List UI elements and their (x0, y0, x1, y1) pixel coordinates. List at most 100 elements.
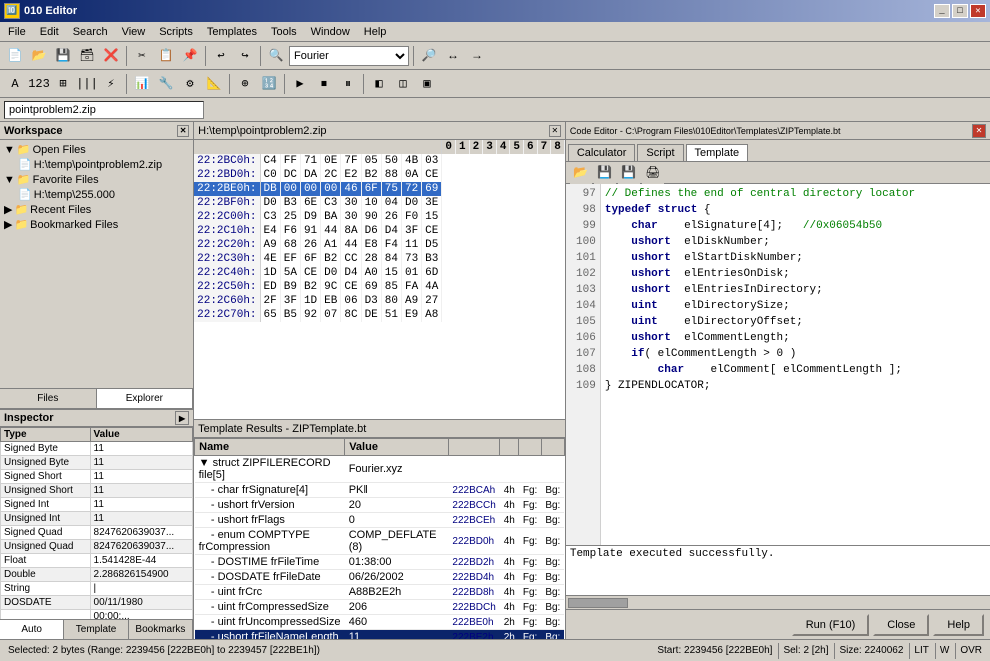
hex-row[interactable]: 22:2C60h:2F3F1DEB06D380A927 (194, 294, 442, 308)
hex-byte-3[interactable]: BA (321, 210, 341, 224)
hex-row[interactable]: 22:2C00h:C325D9BA309026F015 (194, 210, 442, 224)
hex-byte-7[interactable]: F0 (402, 210, 422, 224)
find-button[interactable]: 🔎 (418, 45, 440, 67)
code-open-icon[interactable]: 📂 (570, 162, 592, 184)
hex-byte-8[interactable]: 6D (422, 266, 442, 280)
hex-byte-5[interactable]: 69 (362, 280, 382, 294)
inspector-row[interactable]: Signed Short11 (1, 470, 193, 484)
bookmarked-files-folder[interactable]: ▶ 📁 Bookmarked Files (2, 217, 191, 232)
inspector-row[interactable]: DOSDATE00/11/1980 (1, 596, 193, 610)
hex-byte-6[interactable]: 26 (382, 210, 402, 224)
hex-byte-0[interactable]: ED (261, 280, 281, 294)
hex-byte-6[interactable]: 84 (382, 252, 402, 266)
inspector-row[interactable]: 00:00:... (1, 610, 193, 620)
hex-byte-8[interactable]: D5 (422, 238, 442, 252)
run-button[interactable]: Run (F10) (792, 614, 870, 636)
results-table-wrapper[interactable]: Name Value ▼ struct ZIPFILERECORD file[5… (194, 438, 565, 639)
hex-byte-3[interactable]: 2C (321, 168, 341, 182)
workspace-close-button[interactable]: ✕ (177, 125, 189, 137)
close-file-button[interactable]: ❌ (100, 45, 122, 67)
menu-view[interactable]: View (116, 24, 152, 40)
hex-byte-7[interactable]: 3F (402, 224, 422, 238)
hex-byte-0[interactable]: E4 (261, 224, 281, 238)
results-row[interactable]: - uint frCompressedSize 206 222BDCh 4h F… (195, 600, 565, 615)
menu-help[interactable]: Help (358, 24, 393, 40)
hex-byte-6[interactable]: 75 (382, 182, 402, 196)
hex-byte-5[interactable]: 10 (362, 196, 382, 210)
favorite-files-folder[interactable]: ▼ 📁 Favorite Files (2, 172, 191, 187)
inspector-row[interactable]: Double2.286826154900 (1, 568, 193, 582)
hex-byte-7[interactable]: 73 (402, 252, 422, 266)
code-saveas-icon[interactable]: 💾 (618, 162, 640, 184)
maximize-button[interactable]: □ (952, 4, 968, 18)
hex-byte-6[interactable]: D4 (382, 224, 402, 238)
help-button[interactable]: Help (933, 614, 984, 636)
hex-byte-4[interactable]: D4 (341, 266, 361, 280)
hex-byte-5[interactable]: D6 (362, 224, 382, 238)
save-all-button[interactable]: 🗃 (76, 45, 98, 67)
hex-byte-1[interactable]: EF (281, 252, 301, 266)
hex-byte-8[interactable]: CE (422, 168, 442, 182)
results-row[interactable]: - ushort frFileNameLength 11 222BE2h 2h … (195, 630, 565, 640)
hex-row[interactable]: 22:2C40h:1D5ACED0D4A015016D (194, 266, 442, 280)
tool7[interactable]: 🔧 (155, 73, 177, 95)
code-lines[interactable]: // Defines the end of central directory … (601, 184, 990, 545)
hex-byte-3[interactable]: EB (321, 294, 341, 308)
hex-byte-8[interactable]: 3E (422, 196, 442, 210)
menu-search[interactable]: Search (67, 24, 114, 40)
inspector-tab-auto[interactable]: Auto (0, 620, 64, 639)
hex-button[interactable]: A (4, 73, 26, 95)
hex-row[interactable]: 22:2C30h:4EEF6FB2CC288473B3 (194, 252, 442, 266)
code-editor-close-button[interactable]: ✕ (972, 124, 986, 138)
hex-byte-3[interactable]: D0 (321, 266, 341, 280)
hex-byte-4[interactable]: CC (341, 252, 361, 266)
hex-byte-8[interactable]: B3 (422, 252, 442, 266)
hex-byte-2[interactable]: 91 (301, 224, 321, 238)
calc-button[interactable]: 🔢 (258, 73, 280, 95)
hex-byte-3[interactable]: A1 (321, 238, 341, 252)
inspector-row[interactable]: String| (1, 582, 193, 596)
inspector-row[interactable]: Unsigned Byte11 (1, 456, 193, 470)
address-input[interactable] (4, 101, 204, 119)
paste-button[interactable]: 📌 (179, 45, 201, 67)
hex-byte-8[interactable]: A8 (422, 308, 442, 322)
hex-byte-7[interactable]: E9 (402, 308, 422, 322)
hex-row[interactable]: 22:2BD0h:C0DCDA2CE2B2880ACE (194, 168, 442, 182)
hex-byte-6[interactable]: 80 (382, 294, 402, 308)
tool9[interactable]: 📐 (203, 73, 225, 95)
hex-byte-1[interactable]: 3F (281, 294, 301, 308)
hex-byte-7[interactable]: 4B (402, 154, 422, 168)
tool4[interactable]: ||| (76, 73, 98, 95)
results-row[interactable]: ▼ struct ZIPFILERECORD file[5] Fourier.x… (195, 456, 565, 483)
inspector-row[interactable]: Unsigned Quad8247620639037... (1, 540, 193, 554)
hex-byte-2[interactable]: D9 (301, 210, 321, 224)
favorite-file-item-1[interactable]: 📄 H:\temp\255.000 (2, 187, 191, 202)
hex-byte-2[interactable]: 00 (301, 182, 321, 196)
hex-byte-4[interactable]: 30 (341, 196, 361, 210)
hex-byte-0[interactable]: 1D (261, 266, 281, 280)
hex-byte-5[interactable]: B2 (362, 168, 382, 182)
cut-button[interactable]: ✂ (131, 45, 153, 67)
results-row[interactable]: - uint frCrc A88B2E2h 222BD8h 4h Fg: Bg: (195, 585, 565, 600)
hex-byte-1[interactable]: FF (281, 154, 301, 168)
recent-files-folder[interactable]: ▶ 📁 Recent Files (2, 202, 191, 217)
hex-byte-5[interactable]: 05 (362, 154, 382, 168)
hex-byte-0[interactable]: C3 (261, 210, 281, 224)
code-tab-calculator[interactable]: Calculator (568, 144, 636, 161)
hex-byte-0[interactable]: 4E (261, 252, 281, 266)
code-tab-script[interactable]: Script (637, 144, 683, 161)
hex-byte-3[interactable]: 9C (321, 280, 341, 294)
close-template-button[interactable]: Close (873, 614, 929, 636)
hex-byte-7[interactable]: 11 (402, 238, 422, 252)
hex-byte-2[interactable]: 6E (301, 196, 321, 210)
hex-byte-3[interactable]: 44 (321, 224, 341, 238)
open-file-button[interactable]: 📂 (28, 45, 50, 67)
tool8[interactable]: ⚙ (179, 73, 201, 95)
hex-byte-4[interactable]: 06 (341, 294, 361, 308)
hex-byte-2[interactable]: CE (301, 266, 321, 280)
hex-byte-7[interactable]: 72 (402, 182, 422, 196)
hex-byte-3[interactable]: C3 (321, 196, 341, 210)
hex-byte-8[interactable]: CE (422, 224, 442, 238)
open-file-item-1[interactable]: 📄 H:\temp\pointproblem2.zip (2, 157, 191, 172)
hex-row[interactable]: 22:2C50h:EDB9B29CCE6985FA4A (194, 280, 442, 294)
